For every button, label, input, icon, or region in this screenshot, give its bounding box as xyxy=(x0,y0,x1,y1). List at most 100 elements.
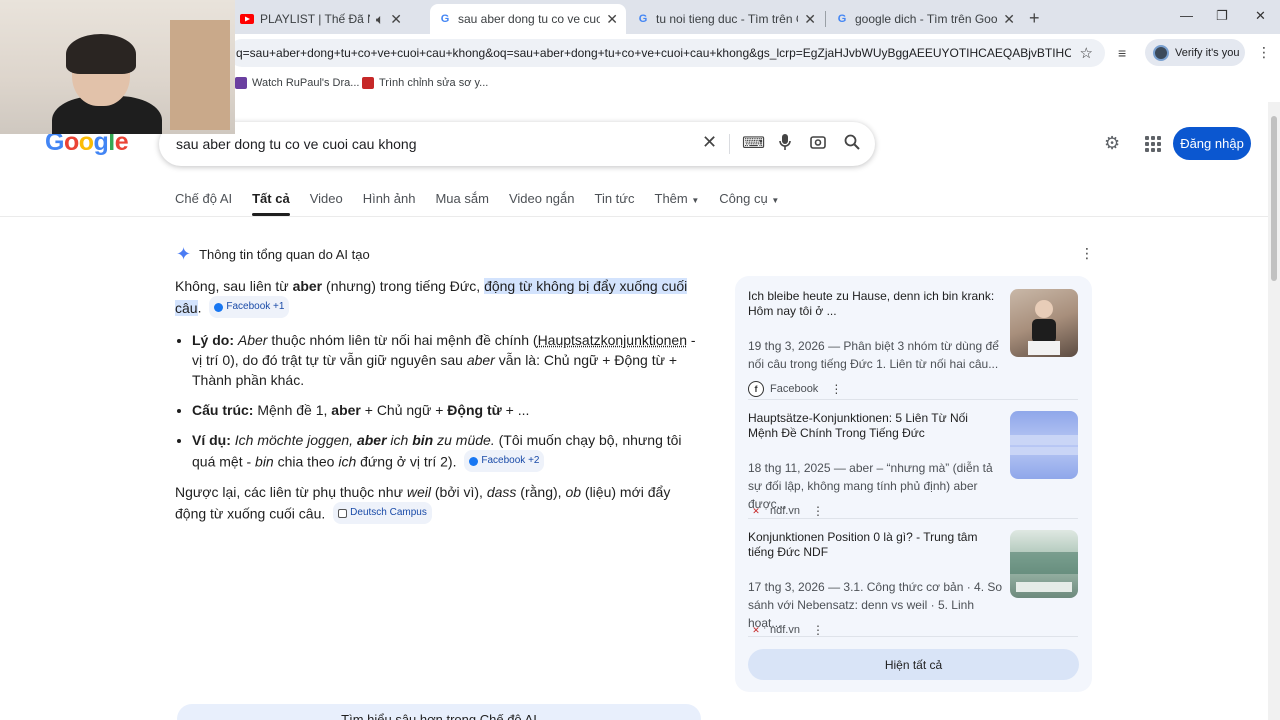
text-bold-italic: aber xyxy=(356,432,387,448)
caret-down-icon: ▼ xyxy=(771,196,780,205)
text-italic: weil xyxy=(406,484,431,500)
tab-title: tu noi tieng duc - Tìm trên Goo xyxy=(656,12,798,26)
text: (rằng), xyxy=(516,484,566,500)
window-close-icon[interactable]: ✕ xyxy=(1255,8,1266,24)
close-icon[interactable]: ✕ xyxy=(1003,11,1015,28)
tab-tu-noi[interactable]: G tu noi tieng duc - Tìm trên Goo ✕ xyxy=(628,4,824,34)
source-title[interactable]: Ich bleibe heute zu Hause, denn ich bin … xyxy=(748,289,998,319)
maximize-icon[interactable]: ❐ xyxy=(1216,8,1228,24)
close-icon[interactable]: ✕ xyxy=(804,11,816,28)
source-site: ✕ ndf.vn ⋮ xyxy=(748,503,824,519)
text: + Chủ ngữ + xyxy=(360,402,448,418)
list-item: Lý do: Aber thuộc nhóm liên từ nối hai m… xyxy=(192,330,705,390)
site-name: ndf.vn xyxy=(770,505,800,517)
tab-google-dich[interactable]: G google dich - Tìm trên Google ✕ xyxy=(827,4,1023,34)
text-italic: Aber xyxy=(237,332,268,348)
show-all-button[interactable]: Hiện tất cả xyxy=(748,649,1079,680)
bullet-label: Cấu trúc: xyxy=(192,402,254,418)
ai-overview-title: Thông tin tổng quan do AI tạo xyxy=(199,247,370,262)
settings-gear-icon[interactable]: ⚙ xyxy=(1104,133,1120,154)
audio-icon[interactable]: 🔈︎ xyxy=(376,11,384,28)
bookmark-item[interactable]: Watch RuPaul's Dra... xyxy=(235,77,359,89)
text-bold-italic: bin xyxy=(412,432,434,448)
text: (bởi vì), xyxy=(430,484,487,500)
chip-label: Facebook +2 xyxy=(481,455,540,466)
tab-tools-label: Công cụ xyxy=(719,191,768,206)
text-bold: aber xyxy=(292,278,323,294)
chip-label: Facebook +1 xyxy=(226,301,285,312)
source-snippet: 19 thg 3, 2026 — Phân biệt 3 nhóm từ dùn… xyxy=(748,339,999,371)
tab-short-videos[interactable]: Video ngắn xyxy=(509,191,575,206)
term-link[interactable]: Hauptsatzkonjunktionen xyxy=(538,332,687,348)
tab-more[interactable]: Thêm ▼ xyxy=(655,191,700,206)
profile-button[interactable]: Verify it's you xyxy=(1145,39,1245,66)
tab-news[interactable]: Tin tức xyxy=(594,191,634,206)
text-italic: dass xyxy=(486,484,517,500)
tab-ai-mode[interactable]: Chế độ AI xyxy=(175,191,232,206)
tab-shopping[interactable]: Mua sắm xyxy=(435,191,488,206)
tab-all[interactable]: Tất cả xyxy=(252,191,290,216)
tab-title: google dich - Tìm trên Google xyxy=(855,12,998,26)
more-options-icon[interactable]: ⋮ xyxy=(812,623,824,637)
tab-title: sau aber dong tu co ve cuoi cau xyxy=(458,12,601,26)
text: đứng ở vị trí 2). xyxy=(356,453,457,470)
close-icon[interactable]: ✕ xyxy=(606,11,618,28)
browser-menu-icon[interactable]: ⋮ xyxy=(1257,44,1271,61)
source-card[interactable]: Konjunktionen Position 0 là gì? - Trung … xyxy=(748,530,1080,637)
new-tab-icon[interactable]: + xyxy=(1029,8,1040,29)
tab-videos[interactable]: Video xyxy=(310,191,343,206)
source-card[interactable]: Hauptsätze-Konjunktionen: 5 Liên Từ Nối … xyxy=(748,411,1080,518)
card-divider xyxy=(748,518,1078,519)
more-options-icon[interactable]: ⋮ xyxy=(1080,245,1094,262)
nav-divider xyxy=(0,216,1268,217)
caret-down-icon: ▼ xyxy=(691,196,700,205)
minimize-icon[interactable]: — xyxy=(1180,8,1193,23)
close-icon[interactable]: ✕ xyxy=(390,11,402,28)
text-bold: Động từ xyxy=(447,402,502,418)
source-title[interactable]: Konjunktionen Position 0 là gì? - Trung … xyxy=(748,530,998,560)
clear-search-icon[interactable]: ✕ xyxy=(702,132,717,153)
more-options-icon[interactable]: ⋮ xyxy=(812,504,824,518)
keyboard-icon[interactable]: ⌨ xyxy=(742,133,765,153)
tab-playlist[interactable]: PLAYLIST | Thế Đã Nghe Nhạc 🔈︎ ✕ xyxy=(232,4,410,34)
source-thumbnail xyxy=(1010,530,1078,598)
bookmark-star-icon[interactable]: ☆ xyxy=(1080,44,1093,62)
ai-intro: Không, sau liên từ aber (nhưng) trong ti… xyxy=(175,276,705,318)
google-icon: G xyxy=(638,13,648,25)
source-chip[interactable]: Facebook +2 xyxy=(464,450,545,472)
text-italic: ob xyxy=(565,484,582,500)
facebook-icon xyxy=(469,456,479,466)
scrollbar-thumb[interactable] xyxy=(1271,116,1277,281)
source-chip[interactable]: Facebook +1 xyxy=(209,296,290,318)
google-icon: G xyxy=(837,13,847,25)
tab-tools[interactable]: Công cụ ▼ xyxy=(719,191,779,206)
search-icon[interactable] xyxy=(843,133,861,156)
apps-grid-icon[interactable] xyxy=(1145,136,1161,152)
bookmark-label: Watch RuPaul's Dra... xyxy=(252,77,360,89)
bookmark-item[interactable]: Trình chỉnh sửa sơ y... xyxy=(362,77,488,89)
more-options-icon[interactable]: ⋮ xyxy=(830,382,842,396)
url-text[interactable]: q=sau+aber+dong+tu+co+ve+cuoi+cau+khong&… xyxy=(236,46,1071,60)
search-nav-tabs: Chế độ AI Tất cả Video Hình ảnh Mua sắm … xyxy=(175,191,799,216)
camera-search-icon[interactable] xyxy=(809,133,827,156)
search-input[interactable]: sau aber dong tu co ve cuoi cau khong xyxy=(176,136,417,152)
source-chip[interactable]: Deutsch Campus xyxy=(333,502,432,524)
media-control-icon[interactable]: ≡ xyxy=(1118,45,1126,61)
tab-images[interactable]: Hình ảnh xyxy=(363,191,416,206)
ai-mode-deep-dive-button[interactable]: Tìm hiểu sâu hơn trong Chế độ AI xyxy=(177,704,701,720)
ndf-logo-icon: ✕ xyxy=(752,505,760,516)
facebook-icon: f xyxy=(748,381,764,397)
tab-active-search[interactable]: G sau aber dong tu co ve cuoi cau ✕ xyxy=(430,4,626,34)
text: Không, sau liên từ xyxy=(175,278,293,294)
page-scrollbar[interactable] xyxy=(1268,102,1280,720)
ai-paragraph: Ngược lại, các liên từ phụ thuộc như wei… xyxy=(175,482,705,524)
search-box[interactable]: sau aber dong tu co ve cuoi cau khong ✕ … xyxy=(159,122,875,166)
microphone-icon[interactable] xyxy=(778,133,792,156)
address-bar[interactable]: q=sau+aber+dong+tu+co+ve+cuoi+cau+khong&… xyxy=(228,39,1105,67)
tab-more-label: Thêm xyxy=(654,191,688,206)
source-card[interactable]: Ich bleibe heute zu Hause, denn ich bin … xyxy=(748,289,1080,397)
sign-in-button[interactable]: Đăng nhập xyxy=(1173,127,1251,160)
text-italic: aber xyxy=(466,352,495,368)
source-thumbnail xyxy=(1010,289,1078,357)
source-title[interactable]: Hauptsätze-Konjunktionen: 5 Liên Từ Nối … xyxy=(748,411,998,441)
